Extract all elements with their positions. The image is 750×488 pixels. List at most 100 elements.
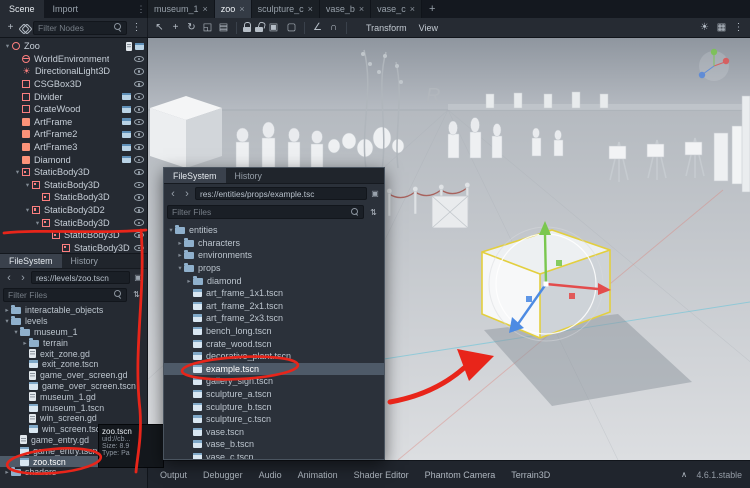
visibility-eye-icon[interactable] (134, 207, 144, 214)
visibility-eye-icon[interactable] (134, 182, 144, 189)
lock-icon[interactable] (242, 22, 251, 33)
fs-float-item[interactable]: ▸diamond (164, 274, 384, 287)
instanced-scene-icon[interactable] (122, 156, 131, 163)
script-icon[interactable] (126, 42, 133, 51)
menu-transform[interactable]: Transform (360, 23, 413, 33)
scene-tree-item[interactable]: StaticBody3D (0, 242, 147, 254)
expand-arrow-icon[interactable]: ▸ (176, 251, 184, 259)
fs-float-item[interactable]: crate_wood.tscn (164, 337, 384, 350)
scene-more-icon[interactable]: ⋮ (129, 20, 144, 35)
close-icon[interactable]: × (410, 4, 415, 14)
list-select-icon[interactable]: ▤ (216, 20, 231, 35)
scene-tree-item[interactable]: ☀DirectionalLight3D (0, 65, 147, 78)
fs-dock-item[interactable]: ▾museum_1 (0, 327, 147, 338)
scene-tree-item[interactable]: CSGBox3D (0, 78, 147, 91)
current-path-input[interactable] (36, 273, 125, 283)
visibility-eye-icon[interactable] (134, 68, 144, 75)
fs-float-item[interactable]: vase_b.tscn (164, 438, 384, 451)
scene-tree-item[interactable]: StaticBody3D (0, 229, 147, 242)
ungroup-icon[interactable]: ▢ (284, 20, 299, 35)
close-icon[interactable]: × (203, 4, 208, 14)
expand-arrow-icon[interactable]: ▾ (3, 317, 11, 325)
fs-dock-item[interactable]: game_over_screen.tscn (0, 381, 147, 392)
fs-float-item[interactable]: vase.tscn (164, 426, 384, 439)
fs-float-item[interactable]: gallery_sign.tscn (164, 375, 384, 388)
bottom-tab-debugger[interactable]: Debugger (195, 470, 251, 480)
instanced-scene-icon[interactable] (122, 106, 131, 113)
fs-dock-item[interactable]: ▸shaders (0, 467, 147, 478)
new-scene-tab-button[interactable]: + (422, 0, 442, 18)
fs-float-item[interactable]: ▸environments (164, 249, 384, 262)
scene-tab-museum_1[interactable]: museum_1× (148, 0, 215, 18)
visibility-eye-icon[interactable] (134, 131, 144, 138)
fs-float-item[interactable]: decorative_plant.tscn (164, 350, 384, 363)
expand-arrow-icon[interactable]: ▸ (176, 239, 184, 247)
fs-dock-item[interactable]: exit_zone.gd (0, 348, 147, 359)
visibility-eye-icon[interactable] (134, 81, 144, 88)
filter-files-input[interactable] (8, 290, 111, 300)
bottom-tab-animation[interactable]: Animation (290, 470, 346, 480)
expand-arrow-icon[interactable]: ▾ (3, 42, 12, 50)
scene-tree-item[interactable]: Diamond (0, 153, 147, 166)
ruler-icon[interactable]: ∠ (310, 20, 325, 35)
expand-arrow-icon[interactable]: ▾ (176, 264, 184, 272)
expand-bottom-panel-icon[interactable]: ∧ (677, 467, 692, 482)
current-path-input[interactable] (200, 189, 362, 199)
scale-tool-icon[interactable]: ◱ (200, 20, 215, 35)
scene-tab-vase_c[interactable]: vase_c× (371, 0, 422, 18)
fs-float-item[interactable]: example.tscn (164, 363, 384, 376)
unlock-icon[interactable] (254, 22, 263, 33)
fs-dock-item[interactable]: win_screen.gd (0, 413, 147, 424)
toggle-split-icon[interactable]: ▣ (369, 187, 381, 200)
scene-tree-item[interactable]: ▾StaticBody3D (0, 179, 147, 192)
close-icon[interactable]: × (308, 4, 313, 14)
scene-tree-item[interactable]: CrateWood (0, 103, 147, 116)
instanced-scene-icon[interactable] (122, 93, 131, 100)
forward-icon[interactable]: › (181, 187, 193, 200)
fs-float-item[interactable]: bench_long.tscn (164, 325, 384, 338)
fs-dock-tab-history[interactable]: History (62, 254, 107, 268)
menu-view[interactable]: View (413, 23, 444, 33)
close-icon[interactable]: × (359, 4, 364, 14)
instanced-scene-icon[interactable] (122, 118, 131, 125)
fs-float-item[interactable]: vase_c.tscn (164, 451, 384, 459)
expand-arrow-icon[interactable]: ▾ (33, 219, 42, 227)
expand-arrow-icon[interactable]: ▾ (12, 328, 20, 336)
add-node-icon[interactable]: + (3, 20, 18, 35)
select-tool-icon[interactable]: ↖ (152, 20, 167, 35)
bottom-tab-phantom-camera[interactable]: Phantom Camera (417, 470, 504, 480)
back-icon[interactable]: ‹ (167, 187, 179, 200)
expand-arrow-icon[interactable]: ▾ (23, 181, 32, 189)
bottom-tab-terrain3d[interactable]: Terrain3D (503, 470, 558, 480)
scene-tree-item[interactable]: WorldEnvironment (0, 53, 147, 66)
move-tool-icon[interactable]: + (168, 20, 183, 35)
expand-arrow-icon[interactable]: ▾ (23, 206, 32, 214)
fs-float-item[interactable]: ▾props (164, 262, 384, 275)
visibility-eye-icon[interactable] (134, 194, 144, 201)
fs-float-item[interactable]: sculpture_b.tscn (164, 400, 384, 413)
scene-tree-item[interactable]: ArtFrame3 (0, 141, 147, 154)
sort-icon[interactable]: ⇅ (366, 205, 381, 220)
fs-dock-item[interactable]: museum_1.tscn (0, 402, 147, 413)
expand-arrow-icon[interactable]: ▸ (3, 468, 11, 476)
scene-tab-zoo[interactable]: zoo× (215, 0, 252, 18)
instanced-scene-icon[interactable] (135, 43, 144, 50)
visibility-eye-icon[interactable] (134, 245, 144, 252)
fs-float-item[interactable]: sculpture_a.tscn (164, 388, 384, 401)
instance-scene-icon[interactable] (20, 24, 31, 32)
visibility-eye-icon[interactable] (134, 106, 144, 113)
scene-tree-item[interactable]: ArtFrame2 (0, 128, 147, 141)
more-icon[interactable]: ⋮ (731, 20, 746, 35)
fs-float-item[interactable]: ▾entities (164, 224, 384, 237)
filesystem-floating-panel[interactable]: FileSystemHistory ‹ › ▣ ⇅ ▾entities▸char… (163, 167, 385, 460)
expand-arrow-icon[interactable]: ▾ (167, 226, 175, 234)
fs-float-tab-filesystem[interactable]: FileSystem (164, 168, 226, 183)
fs-dock-item[interactable]: ▾levels (0, 316, 147, 327)
bottom-tab-audio[interactable]: Audio (251, 470, 290, 480)
scene-tree-item[interactable]: ▾StaticBody3D (0, 216, 147, 229)
toggle-split-icon[interactable]: ▣ (132, 271, 144, 284)
bottom-tab-output[interactable]: Output (152, 470, 195, 480)
filter-nodes-input[interactable] (38, 23, 111, 33)
sort-icon[interactable]: ⇅ (129, 287, 144, 302)
scene-tree-item[interactable]: ArtFrame (0, 116, 147, 129)
